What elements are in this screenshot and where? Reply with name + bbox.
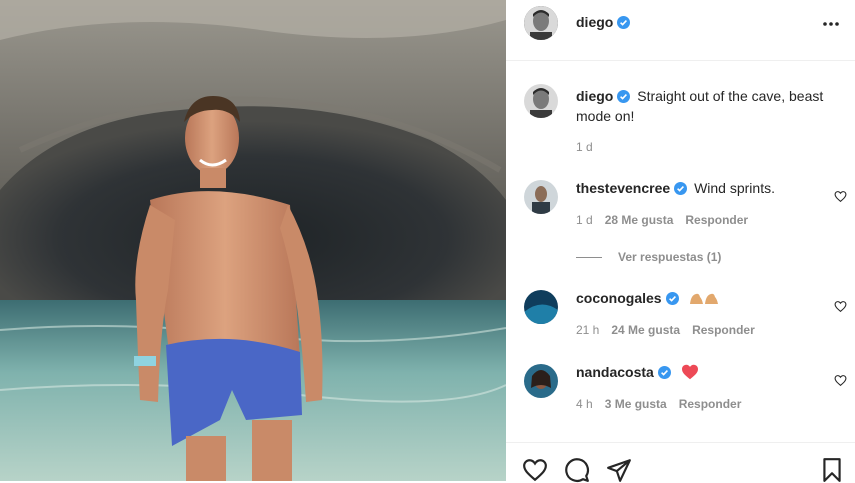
post-photo[interactable] [0,0,506,481]
avatar[interactable] [524,364,558,398]
comment-username[interactable]: coconogales [576,290,662,306]
avatar[interactable] [524,180,558,214]
comment-like-icon[interactable] [834,374,847,387]
comment-time: 1 d [576,213,593,227]
comment-username[interactable]: nandacosta [576,364,654,380]
reply-button[interactable]: Responder [679,397,742,411]
verified-badge-icon [657,366,671,379]
share-icon[interactable] [606,457,632,483]
red-heart-emoji [681,364,699,385]
verified-badge-icon [665,292,679,305]
comment-likes[interactable]: 3 Me gusta [605,397,667,411]
reply-button[interactable]: Responder [685,213,748,227]
comment-like-icon[interactable] [834,190,847,203]
instagram-post-view: diego diego Straight out of the cave, be… [0,0,855,482]
verified-badge-icon [617,90,631,103]
reply-button[interactable]: Responder [692,323,755,337]
avatar[interactable] [524,84,558,118]
caption-time: 1 d [576,140,593,154]
comment-username[interactable]: thestevencree [576,180,670,196]
verified-badge-icon [617,16,631,29]
comment-likes[interactable]: 28 Me gusta [605,213,674,227]
comment-text: Wind sprints. [694,180,775,196]
view-replies-button[interactable]: Ver respuestas (1) [618,250,721,264]
caption-username[interactable]: diego [576,88,613,104]
avatar[interactable] [524,6,558,40]
post-image [0,0,506,481]
replies-divider [576,257,602,259]
flexed-biceps-emoji [688,290,720,311]
post-actions-bar [506,442,855,482]
comment-time: 21 h [576,323,600,337]
like-icon[interactable] [522,457,548,483]
save-icon[interactable] [819,457,845,483]
verified-badge-icon [674,182,688,195]
avatar[interactable] [524,290,558,324]
post-header: diego [506,0,855,61]
comment-likes[interactable]: 24 Me gusta [611,323,680,337]
comment-time: 4 h [576,397,593,411]
comment-like-icon[interactable] [834,300,847,313]
post-side-panel: diego diego Straight out of the cave, be… [506,0,855,482]
header-username[interactable]: diego [576,14,613,30]
more-horizontal-icon[interactable] [821,14,841,34]
comment-icon[interactable] [564,457,590,483]
